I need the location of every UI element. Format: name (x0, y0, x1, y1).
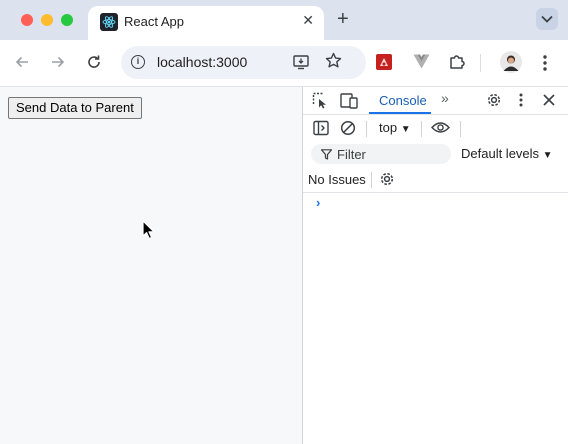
tab-search-button[interactable] (536, 8, 558, 30)
back-icon[interactable] (14, 54, 30, 70)
extensions-puzzle-icon[interactable] (448, 53, 466, 71)
toolbar-divider (371, 172, 372, 188)
react-icon (100, 13, 118, 31)
devtools-menu-icon[interactable] (519, 93, 523, 107)
vue-devtools-icon[interactable] (413, 54, 430, 69)
more-tabs-icon[interactable]: » (441, 90, 449, 106)
maximize-window-button[interactable] (61, 14, 73, 26)
install-app-icon[interactable] (293, 55, 309, 70)
extension-red-icon[interactable] (375, 53, 393, 71)
live-expression-eye-icon[interactable] (431, 121, 450, 134)
close-devtools-icon[interactable] (543, 94, 555, 106)
toolbar-divider (480, 54, 481, 72)
minimize-window-button[interactable] (41, 14, 53, 26)
chevron-down-icon (541, 15, 553, 23)
new-tab-button[interactable]: + (337, 9, 349, 29)
info-icon[interactable]: i (131, 55, 145, 69)
reload-icon[interactable] (86, 54, 102, 70)
send-data-button[interactable]: Send Data to Parent (8, 97, 142, 119)
log-levels-label: Default levels (461, 146, 540, 161)
issues-count[interactable]: No Issues (308, 172, 366, 187)
console-toolbar: top ▼ (303, 115, 568, 142)
filter-placeholder: Filter (337, 147, 366, 162)
filter-input[interactable]: Filter (311, 144, 451, 164)
dropdown-arrow-icon: ▼ (400, 124, 411, 135)
toolbar-divider (366, 121, 367, 137)
bookmark-star-icon[interactable] (325, 52, 342, 69)
browser-menu-icon[interactable] (542, 54, 548, 72)
browser-tab[interactable]: React App ✕ (88, 6, 324, 40)
tab-close-icon[interactable]: ✕ (302, 12, 314, 29)
url-text[interactable]: localhost:3000 (157, 54, 247, 70)
log-levels-dropdown[interactable]: Default levels ▼ (461, 146, 553, 161)
avatar[interactable] (500, 51, 522, 73)
page-viewport: Send Data to Parent (0, 87, 302, 444)
address-bar[interactable]: i localhost:3000 (121, 46, 366, 79)
tab-console[interactable]: Console (379, 93, 427, 108)
devtools-panel: Console » top ▼ Filter Default levels ▼ … (302, 87, 568, 444)
forward-icon[interactable] (50, 54, 66, 70)
devtools-tab-bar: Console » (303, 87, 568, 115)
filter-row: Filter Default levels ▼ (303, 142, 568, 166)
console-settings-gear-icon[interactable] (379, 171, 395, 187)
dropdown-arrow-icon: ▼ (542, 150, 553, 161)
device-toolbar-icon[interactable] (340, 92, 358, 109)
toolbar-divider (421, 121, 422, 137)
sidebar-toggle-icon[interactable] (313, 120, 329, 136)
browser-toolbar: i localhost:3000 (0, 40, 568, 87)
clear-console-icon[interactable] (340, 120, 356, 136)
issues-row: No Issues (303, 167, 568, 193)
close-window-button[interactable] (21, 14, 33, 26)
console-prompt-icon[interactable]: › (316, 195, 320, 210)
context-label: top (379, 120, 398, 135)
settings-gear-icon[interactable] (486, 92, 502, 108)
toolbar-divider (460, 121, 461, 137)
context-selector[interactable]: top ▼ (379, 120, 411, 135)
inspect-element-icon[interactable] (312, 92, 329, 109)
active-tab-indicator (369, 112, 431, 114)
tab-strip: React App ✕ + (0, 0, 568, 40)
filter-funnel-icon (321, 149, 332, 160)
browser-window: React App ✕ + i localhost:3000 Send Data… (0, 0, 568, 444)
mouse-cursor-icon (142, 220, 156, 240)
tab-title: React App (124, 14, 184, 29)
